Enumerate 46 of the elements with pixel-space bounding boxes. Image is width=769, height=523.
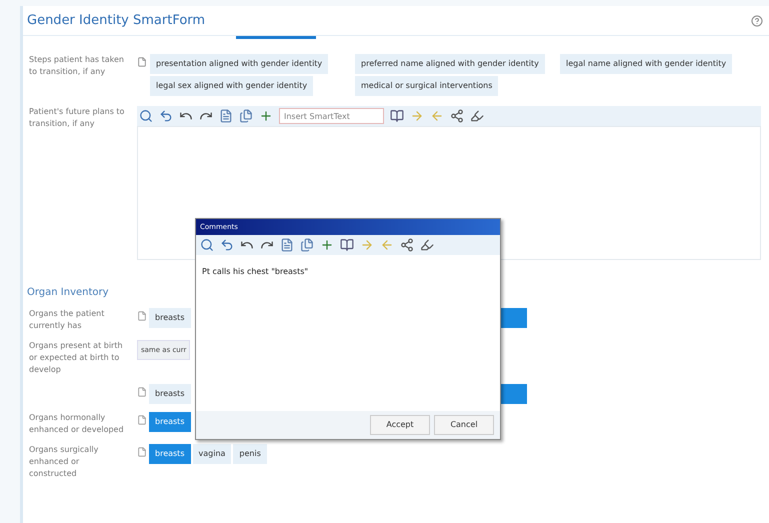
document-icon[interactable] <box>219 109 233 123</box>
field-label: Patient's future plans to transition, if any <box>29 106 126 130</box>
option-chip[interactable]: breasts <box>149 308 190 328</box>
option-chip[interactable]: breasts <box>149 384 190 404</box>
comment-field[interactable]: Pt calls his chest "breasts" <box>196 255 500 411</box>
smarttext-search-field[interactable]: Insert SmartText <box>279 108 384 124</box>
book-icon[interactable] <box>340 238 354 252</box>
option-chip[interactable]: preferred name aligned with gender identity <box>355 54 545 74</box>
section-heading: Organ Inventory <box>27 287 109 298</box>
option-chip[interactable]: breasts <box>149 412 190 432</box>
highlighter-icon[interactable] <box>470 109 484 123</box>
share-icon[interactable] <box>450 109 464 123</box>
book-icon[interactable] <box>390 109 404 123</box>
field-label: Organs surgically enhanced or constructed <box>29 444 100 480</box>
document-icon <box>137 311 147 321</box>
option-chip[interactable]: legal sex aligned with gender identity <box>150 76 314 96</box>
field-label: Organs present at birth or expected at birth to develop <box>29 340 124 376</box>
field-label: Steps patient has taken to transition, if any <box>29 54 125 78</box>
undo-icon[interactable] <box>220 238 234 252</box>
field-label: Organs hormonally enhanced or developed <box>29 412 125 436</box>
undo-icon[interactable] <box>159 109 173 123</box>
comment-text: Pt calls his chest "breasts" <box>202 267 308 276</box>
help-icon[interactable] <box>751 14 763 26</box>
search-icon[interactable] <box>200 238 214 252</box>
option-chip[interactable]: breasts <box>149 444 190 464</box>
dialog-button[interactable]: Accept <box>370 415 430 435</box>
document-icon <box>137 447 147 457</box>
plus-icon[interactable] <box>259 109 273 123</box>
documents-icon[interactable] <box>239 109 253 123</box>
option-chip[interactable]: medical or surgical interventions <box>355 76 498 96</box>
document-icon <box>137 415 147 425</box>
window-title: Gender Identity SmartForm <box>27 12 206 30</box>
highlighter-icon[interactable] <box>420 238 434 252</box>
document-icon <box>137 57 147 67</box>
search-icon[interactable] <box>139 109 153 123</box>
option-chip[interactable]: vagina <box>192 444 232 464</box>
document-icon[interactable] <box>280 238 294 252</box>
share-icon[interactable] <box>400 238 414 252</box>
option-chip[interactable]: legal name aligned with gender identity <box>560 54 732 74</box>
option-chip[interactable]: penis <box>233 444 267 464</box>
documents-icon[interactable] <box>300 238 314 252</box>
field-label: Organs the patient currently has <box>29 308 106 332</box>
document-icon <box>137 387 147 397</box>
option-chip[interactable]: presentation aligned with gender identity <box>150 54 328 74</box>
plus-icon[interactable] <box>320 238 334 252</box>
dialog-button[interactable]: Cancel <box>434 415 494 435</box>
